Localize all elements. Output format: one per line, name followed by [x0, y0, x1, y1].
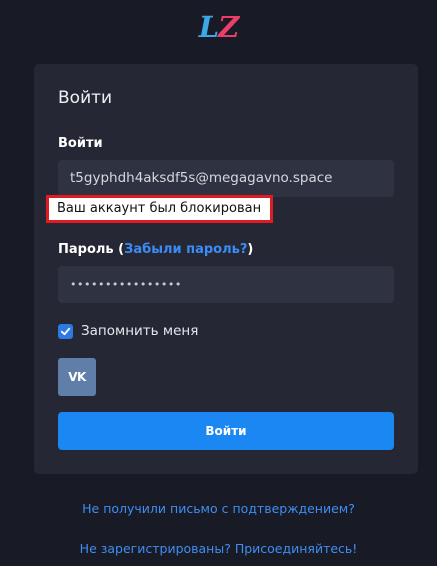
remember-checkbox[interactable] — [58, 323, 73, 339]
password-input[interactable]: •••••••••••••••• — [58, 266, 394, 303]
logo-letter-l: L — [198, 10, 219, 44]
logo-letter-z: Z — [218, 10, 239, 44]
password-label-close: ) — [247, 242, 254, 257]
vk-login-button[interactable]: VK — [58, 358, 96, 396]
card-title: Войти — [58, 88, 113, 108]
login-card: Войти Войти t5gyphdh4aksdf5s@megagavno.s… — [34, 64, 418, 474]
checkmark-icon — [60, 327, 71, 335]
remember-label: Запомнить меня — [81, 323, 199, 339]
password-label-text: Пароль ( — [58, 242, 125, 257]
remember-me[interactable]: Запомнить меня — [58, 323, 198, 339]
login-label: Войти — [58, 136, 103, 151]
site-logo[interactable]: LZ — [0, 8, 437, 46]
resend-confirmation-link[interactable]: Не получили письмо с подтверждением? — [0, 501, 437, 516]
forgot-password-link[interactable]: Забыли пароль? — [124, 242, 247, 257]
submit-button[interactable]: Войти — [58, 412, 394, 450]
email-input[interactable]: t5gyphdh4aksdf5s@megagavno.space — [58, 160, 394, 197]
register-link[interactable]: Не зарегистрированы? Присоединяйтесь! — [0, 541, 437, 556]
password-label: Пароль (Забыли пароль?) — [58, 242, 253, 257]
error-message: Ваш аккаунт был блокирован — [46, 195, 274, 223]
vk-icon: VK — [68, 370, 86, 384]
